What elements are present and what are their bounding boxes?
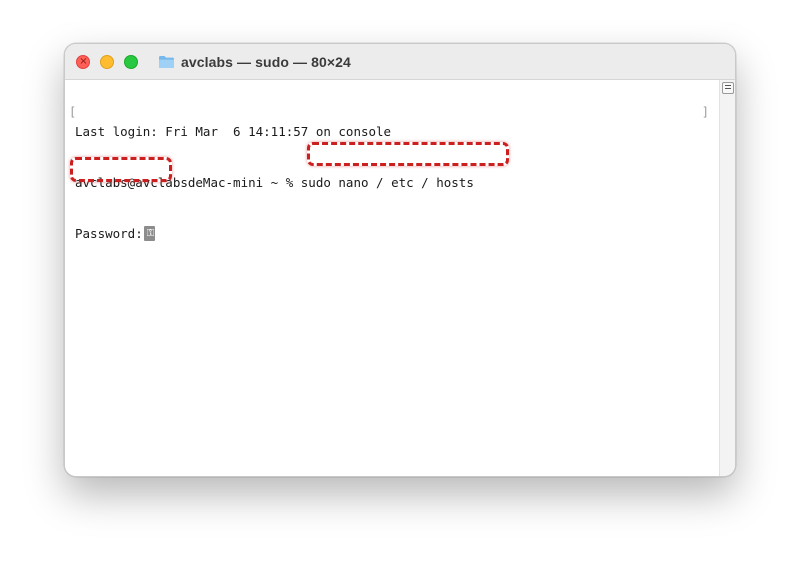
- line-marker-right: ]: [701, 105, 709, 119]
- vertical-scrollbar[interactable]: [719, 80, 735, 476]
- window-title-group: avclabs — sudo — 80×24: [158, 53, 351, 71]
- terminal-content[interactable]: [ ] Last login: Fri Mar 6 14:11:57 on co…: [65, 80, 719, 476]
- folder-icon: [159, 56, 174, 68]
- key-icon: ⚿: [146, 228, 155, 239]
- minimize-button[interactable]: [100, 55, 114, 69]
- password-highlight: [70, 157, 172, 182]
- password-prompt: Password:: [75, 226, 143, 241]
- zoom-button[interactable]: [124, 55, 138, 69]
- text-cursor: ⚿: [143, 226, 155, 241]
- command-highlight: [307, 142, 509, 166]
- close-button[interactable]: ×: [76, 55, 90, 69]
- terminal-output[interactable]: Last login: Fri Mar 6 14:11:57 on consol…: [75, 89, 474, 276]
- terminal-line-password: Password: ⚿: [75, 225, 474, 242]
- title-bar[interactable]: × avclabs — sudo — 80×24: [65, 44, 735, 80]
- close-icon: ×: [79, 56, 88, 67]
- terminal-window: × avclabs — sudo — 80×24 [ ] Last login:…: [64, 43, 736, 477]
- terminal-line-login: Last login: Fri Mar 6 14:11:57 on consol…: [75, 124, 392, 139]
- scroll-menu-icon[interactable]: [722, 82, 734, 94]
- window-title: avclabs — sudo — 80×24: [181, 54, 351, 70]
